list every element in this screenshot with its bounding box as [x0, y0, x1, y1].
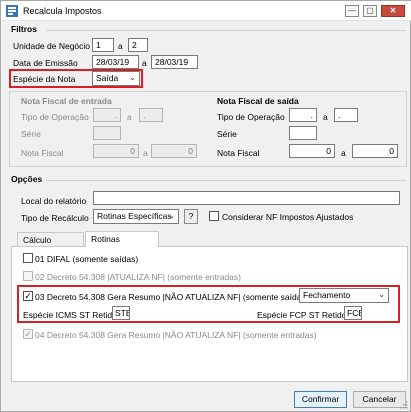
r01-label: 01 DIFAL (somente saídas) — [35, 254, 139, 264]
local-relatorio-label: Local do relatório — [21, 196, 87, 206]
tipo-recalculo-label: Tipo de Recálculo — [21, 213, 89, 223]
nf-entrada-serie-input[interactable] — [93, 126, 121, 140]
icms-st-input[interactable]: STE — [112, 306, 130, 320]
considerar-label: Considerar NF Impostos Ajustados — [222, 212, 354, 222]
nf-saida-nf-label: Nota Fiscal — [217, 148, 260, 158]
r01-checkbox[interactable] — [23, 253, 33, 263]
maximize-button[interactable]: ▢ — [363, 5, 377, 17]
nf-saida-tipo-label: Tipo de Operação — [217, 112, 285, 122]
opcoes-section-title: Opções — [11, 174, 43, 184]
r02-checkbox[interactable] — [23, 271, 33, 281]
tipo-recalculo-value: Rotinas Específicas — [97, 211, 172, 221]
local-relatorio-input[interactable] — [93, 191, 400, 205]
unidade-to-input[interactable]: 2 — [128, 38, 148, 52]
fcp-st-label: Espécie FCP ST Retido: — [257, 310, 349, 320]
nf-entrada-nf-sep: a — [143, 148, 148, 158]
app-icon — [6, 5, 18, 17]
considerar-checkbox[interactable] — [209, 211, 219, 221]
nf-entrada-nf-to[interactable]: 0 — [151, 144, 197, 158]
check-icon: ✓ — [24, 291, 32, 301]
minimize-button[interactable]: — — [345, 5, 359, 17]
tab-merge — [86, 245, 158, 248]
nf-saida-tipo-from[interactable]: . — [289, 108, 317, 122]
especie-label: Espécie da Nota — [13, 74, 76, 84]
icms-st-label: Espécie ICMS ST Retido: — [23, 310, 120, 320]
chevron-down-icon: ⌄ — [129, 73, 136, 82]
maximize-icon: ▢ — [366, 6, 374, 15]
emissao-sep: a — [142, 58, 147, 68]
close-icon: ✕ — [389, 6, 397, 15]
r03-checkbox[interactable]: ✓ — [23, 291, 33, 301]
r04-label: 04 Decreto 54.308 Gera Resumo |NÃO ATUAL… — [35, 330, 317, 340]
minimize-icon: — — [348, 6, 356, 15]
window: Recalcula Impostos — ▢ ✕ Filtros Unidade… — [0, 0, 411, 412]
opcoes-divider — [46, 180, 406, 181]
nf-entrada-tipo-from[interactable]: . — [93, 108, 121, 122]
nf-entrada-serie-label: Série — [21, 129, 41, 139]
nf-saida-tipo-to[interactable]: . — [334, 108, 358, 122]
nf-saida-serie-label: Série — [217, 129, 237, 139]
chevron-down-icon: ⌄ — [168, 211, 175, 220]
fcp-st-input[interactable]: FCE — [344, 306, 362, 320]
unidade-sep: a — [118, 41, 123, 51]
help-icon: ? — [188, 211, 194, 221]
r03-label: 03 Decreto 54.308 Gera Resumo |NÃO ATUAL… — [35, 292, 309, 302]
check-icon: ✓ — [24, 329, 32, 339]
especie-value: Saída — [96, 73, 119, 83]
tipo-recalculo-select[interactable]: Rotinas Específicas ⌄ — [93, 209, 179, 224]
r02-label: 02 Decreto 54.308 |ATUALIZA NF| (somente… — [35, 272, 241, 282]
tab-calculo-completo[interactable]: Cálculo Completo — [17, 232, 84, 255]
nf-saida-nf-from[interactable]: 0 — [289, 144, 335, 158]
r03-select-value: Fechamento — [303, 290, 351, 300]
nf-saida-serie-input[interactable] — [289, 126, 317, 140]
unidade-label: Unidade de Negócio — [13, 41, 91, 51]
r04-checkbox[interactable]: ✓ — [23, 329, 33, 339]
nf-saida-nf-to[interactable]: 0 — [352, 144, 398, 158]
emissao-label: Data de Emissão — [13, 58, 78, 68]
filtros-section-title: Filtros — [11, 24, 37, 34]
nf-entrada-tipo-to[interactable]: . — [139, 108, 163, 122]
nf-saida-nf-sep: a — [341, 148, 346, 158]
nf-entrada-tipo-label: Tipo de Operação — [21, 112, 89, 122]
window-title: Recalcula Impostos — [23, 6, 102, 16]
confirm-button[interactable]: Confirmar — [294, 391, 347, 408]
nf-saida-title: Nota Fiscal de saída — [217, 96, 299, 106]
nf-entrada-title: Nota Fiscal de entrada — [21, 96, 112, 106]
resize-grip-icon[interactable] — [399, 400, 408, 409]
emissao-to-input[interactable]: 28/03/19 — [151, 55, 198, 69]
nf-entrada-nf-from[interactable]: 0 — [93, 144, 139, 158]
help-button[interactable]: ? — [184, 209, 198, 224]
nf-saida-tipo-sep: a — [323, 112, 328, 122]
nf-entrada-tipo-sep: a — [127, 112, 132, 122]
emissao-from-input[interactable]: 28/03/19 — [92, 55, 139, 69]
close-button[interactable]: ✕ — [381, 5, 405, 17]
r03-select[interactable]: Fechamento ⌄ — [299, 288, 389, 303]
chevron-down-icon: ⌄ — [378, 290, 385, 299]
filtros-divider — [46, 30, 406, 31]
title-bar[interactable]: Recalcula Impostos — ▢ ✕ — [1, 1, 411, 21]
especie-select[interactable]: Saída ⌄ — [92, 71, 140, 86]
nf-entrada-nf-label: Nota Fiscal — [21, 148, 64, 158]
unidade-from-input[interactable]: 1 — [92, 38, 114, 52]
